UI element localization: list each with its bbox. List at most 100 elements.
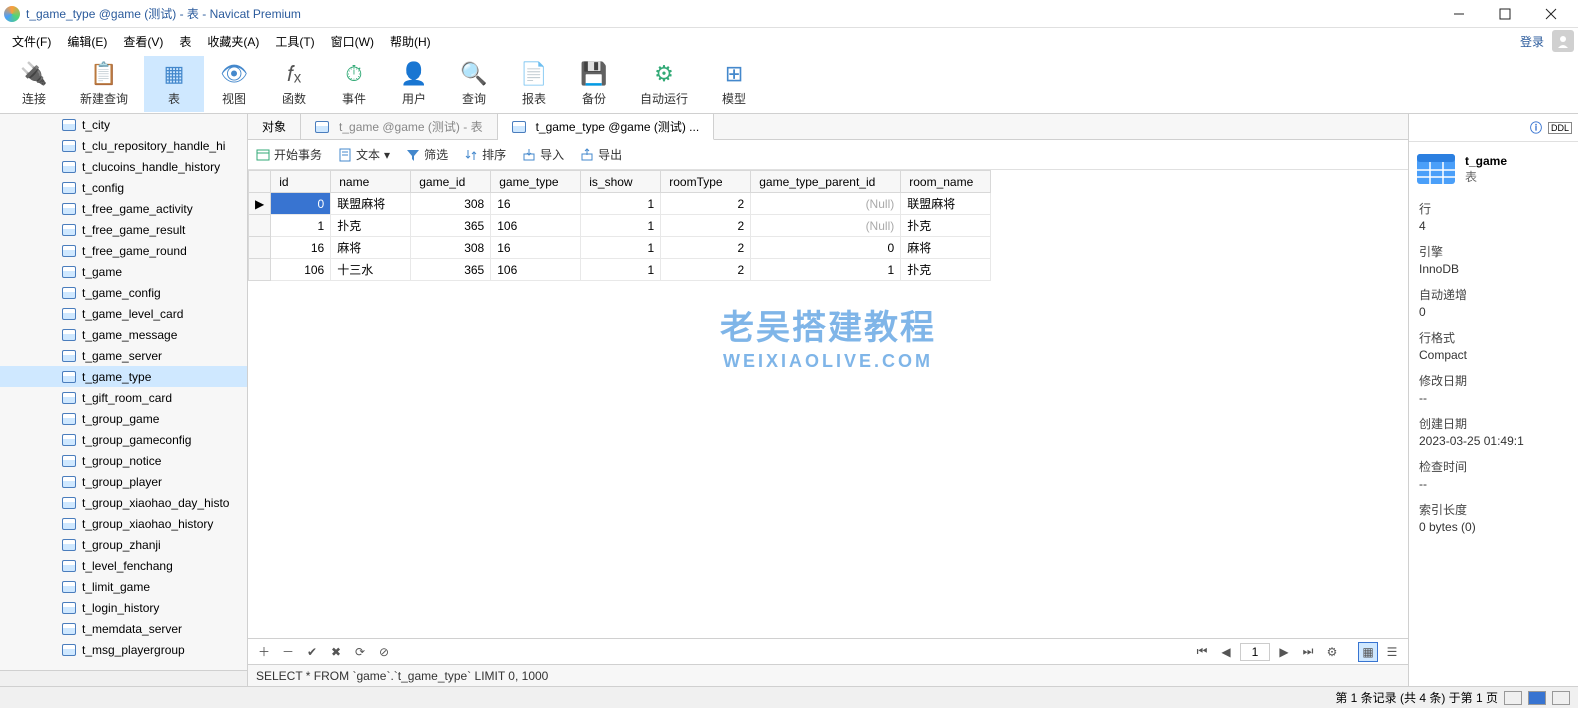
col-is_show[interactable]: is_show [581, 171, 661, 193]
tree-item-t_group_zhanji[interactable]: t_group_zhanji [0, 534, 247, 555]
settings-icon[interactable]: ⚙ [1322, 642, 1342, 662]
cell-3-6[interactable]: 1 [751, 259, 901, 281]
col-room_name[interactable]: room_name [901, 171, 991, 193]
cell-0-0[interactable]: 0 [271, 193, 331, 215]
cell-3-0[interactable]: 106 [271, 259, 331, 281]
next-page-button[interactable]: ▶ [1274, 642, 1294, 662]
cell-0-1[interactable]: 联盟麻将 [331, 193, 411, 215]
sidebar-scrollbar[interactable] [0, 670, 247, 686]
last-page-button[interactable]: ⏭ [1298, 642, 1318, 662]
tree-item-t_game[interactable]: t_game [0, 261, 247, 282]
tool-视图[interactable]: 👁视图 [204, 56, 264, 112]
tool-表[interactable]: ▦表 [144, 56, 204, 112]
col-game_type[interactable]: game_type [491, 171, 581, 193]
menu-3[interactable]: 表 [171, 31, 199, 52]
menu-2[interactable]: 查看(V) [115, 31, 171, 52]
tab-1[interactable]: t_game @game (测试) - 表 [301, 114, 498, 139]
cell-1-7[interactable]: 扑克 [901, 215, 991, 237]
tab-2[interactable]: t_game_type @game (测试) ... [498, 114, 715, 140]
import-button[interactable]: 导入 [522, 146, 564, 163]
text-view-button[interactable]: 文本 ▾ [338, 146, 390, 163]
row-pointer[interactable]: ▶ [249, 193, 271, 215]
cell-2-1[interactable]: 麻将 [331, 237, 411, 259]
row-pointer[interactable] [249, 215, 271, 237]
tree-item-t_group_gameconfig[interactable]: t_group_gameconfig [0, 429, 247, 450]
cell-3-4[interactable]: 1 [581, 259, 661, 281]
page-input[interactable] [1240, 643, 1270, 661]
tree-item-t_level_fenchang[interactable]: t_level_fenchang [0, 555, 247, 576]
tool-自动运行[interactable]: ⚙自动运行 [624, 56, 704, 112]
status-box-1[interactable] [1504, 691, 1522, 705]
cell-2-5[interactable]: 2 [661, 237, 751, 259]
col-id[interactable]: id [271, 171, 331, 193]
col-roomType[interactable]: roomType [661, 171, 751, 193]
cell-0-4[interactable]: 1 [581, 193, 661, 215]
row-pointer[interactable] [249, 259, 271, 281]
info-icon[interactable]: ⓘ [1530, 119, 1542, 136]
form-view-icon[interactable]: ☰ [1382, 642, 1402, 662]
cell-2-2[interactable]: 308 [411, 237, 491, 259]
avatar-icon[interactable] [1552, 30, 1574, 52]
tool-事件[interactable]: ⏱事件 [324, 56, 384, 112]
refresh-button[interactable]: ⟳ [350, 642, 370, 662]
tree-item-t_game_server[interactable]: t_game_server [0, 345, 247, 366]
tool-备份[interactable]: 💾备份 [564, 56, 624, 112]
cell-1-2[interactable]: 365 [411, 215, 491, 237]
tree-item-t_game_type[interactable]: t_game_type [0, 366, 247, 387]
cell-3-3[interactable]: 106 [491, 259, 581, 281]
sort-button[interactable]: 排序 [464, 146, 506, 163]
cell-0-6[interactable]: (Null) [751, 193, 901, 215]
first-page-button[interactable]: ⏮ [1192, 642, 1212, 662]
tool-函数[interactable]: 𝑓ₓ函数 [264, 56, 324, 112]
cell-1-3[interactable]: 106 [491, 215, 581, 237]
cell-2-4[interactable]: 1 [581, 237, 661, 259]
cell-2-0[interactable]: 16 [271, 237, 331, 259]
close-button[interactable] [1528, 0, 1574, 28]
cell-3-7[interactable]: 扑克 [901, 259, 991, 281]
begin-transaction-button[interactable]: 开始事务 [256, 146, 322, 163]
tab-0[interactable]: 对象 [248, 114, 301, 139]
table-row[interactable]: ▶0联盟麻将3081612(Null)联盟麻将 [249, 193, 991, 215]
tree-item-t_memdata_server[interactable]: t_memdata_server [0, 618, 247, 639]
add-row-button[interactable]: ＋ [254, 642, 274, 662]
status-box-2[interactable] [1528, 691, 1546, 705]
tree-item-t_group_player[interactable]: t_group_player [0, 471, 247, 492]
row-selector-header[interactable] [249, 171, 271, 193]
filter-button[interactable]: 筛选 [406, 146, 448, 163]
export-button[interactable]: 导出 [580, 146, 622, 163]
tree-item-t_config[interactable]: t_config [0, 177, 247, 198]
cell-1-0[interactable]: 1 [271, 215, 331, 237]
menu-1[interactable]: 编辑(E) [59, 31, 115, 52]
tree-item-t_limit_game[interactable]: t_limit_game [0, 576, 247, 597]
menu-5[interactable]: 工具(T) [267, 31, 322, 52]
menu-7[interactable]: 帮助(H) [382, 31, 439, 52]
cell-1-1[interactable]: 扑克 [331, 215, 411, 237]
tool-模型[interactable]: ⊞模型 [704, 56, 764, 112]
apply-button[interactable]: ✔ [302, 642, 322, 662]
cell-3-5[interactable]: 2 [661, 259, 751, 281]
maximize-button[interactable] [1482, 0, 1528, 28]
cell-0-7[interactable]: 联盟麻将 [901, 193, 991, 215]
tool-查询[interactable]: 🔍查询 [444, 56, 504, 112]
menu-4[interactable]: 收藏夹(A) [199, 31, 267, 52]
tree-item-t_group_xiaohao_history[interactable]: t_group_xiaohao_history [0, 513, 247, 534]
tree-item-t_gift_room_card[interactable]: t_gift_room_card [0, 387, 247, 408]
cancel-button[interactable]: ✖ [326, 642, 346, 662]
tree-item-t_free_game_activity[interactable]: t_free_game_activity [0, 198, 247, 219]
minimize-button[interactable] [1436, 0, 1482, 28]
stop-button[interactable]: ⊘ [374, 642, 394, 662]
tool-用户[interactable]: 👤用户 [384, 56, 444, 112]
cell-0-2[interactable]: 308 [411, 193, 491, 215]
tree-item-t_group_xiaohao_day_histo[interactable]: t_group_xiaohao_day_histo [0, 492, 247, 513]
table-row[interactable]: 16麻将30816120麻将 [249, 237, 991, 259]
cell-1-4[interactable]: 1 [581, 215, 661, 237]
menu-0[interactable]: 文件(F) [4, 31, 59, 52]
cell-0-3[interactable]: 16 [491, 193, 581, 215]
tree-item-t_city[interactable]: t_city [0, 114, 247, 135]
tree-item-t_msg_playergroup[interactable]: t_msg_playergroup [0, 639, 247, 660]
cell-0-5[interactable]: 2 [661, 193, 751, 215]
tree-item-t_group_notice[interactable]: t_group_notice [0, 450, 247, 471]
ddl-icon[interactable]: DDL [1548, 122, 1572, 134]
table-row[interactable]: 106十三水365106121扑克 [249, 259, 991, 281]
col-game_type_parent_id[interactable]: game_type_parent_id [751, 171, 901, 193]
